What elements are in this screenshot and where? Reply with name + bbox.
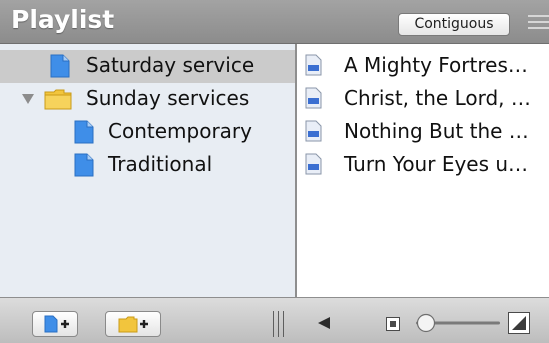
list-item[interactable]: Nothing But the … [297, 116, 549, 149]
bottom-toolbar [0, 297, 549, 343]
zoom-large-icon[interactable] [508, 312, 530, 334]
playlist-tree: Saturday service Sunday services Contemp… [0, 44, 296, 297]
contiguous-button[interactable]: Contiguous [398, 13, 510, 36]
add-folder-button[interactable] [105, 311, 161, 337]
tree-item-label: Contemporary [108, 119, 252, 143]
tree-item-label: Saturday service [86, 53, 255, 77]
tree-item-traditional[interactable]: Traditional [0, 149, 296, 182]
zoom-slider[interactable] [416, 313, 500, 333]
document-icon [74, 120, 94, 144]
song-title: Christ, the Lord, … [344, 86, 531, 110]
previous-arrow-icon[interactable] [317, 316, 331, 330]
title-bar: Playlist Contiguous [0, 0, 549, 44]
document-icon [74, 153, 94, 177]
tree-item-label: Traditional [108, 152, 213, 176]
zoom-slider-knob [416, 313, 436, 333]
tree-item-sunday-services[interactable]: Sunday services [0, 83, 296, 116]
song-file-icon [305, 54, 322, 76]
song-file-icon [305, 120, 322, 142]
document-icon [50, 54, 70, 78]
panel-title: Playlist [11, 5, 115, 34]
menu-icon[interactable] [528, 15, 549, 33]
tree-item-label: Sunday services [86, 86, 250, 110]
list-item[interactable]: Turn Your Eyes u… [297, 149, 549, 182]
song-title: Nothing But the … [344, 119, 529, 143]
list-item[interactable]: Christ, the Lord, … [297, 83, 549, 116]
add-document-icon [44, 315, 69, 333]
list-item[interactable]: A Mighty Fortres… [297, 50, 549, 83]
folder-icon [44, 89, 72, 110]
song-file-icon [305, 153, 322, 175]
song-list: A Mighty Fortres… Christ, the Lord, … No… [297, 44, 549, 297]
disclosure-triangle-icon[interactable] [21, 92, 35, 106]
tree-item-saturday-service[interactable]: Saturday service [0, 50, 296, 83]
song-file-icon [305, 87, 322, 109]
add-folder-icon [118, 316, 148, 333]
song-title: Turn Your Eyes u… [344, 152, 529, 176]
tree-item-contemporary[interactable]: Contemporary [0, 116, 296, 149]
add-document-button[interactable] [32, 311, 78, 337]
song-title: A Mighty Fortres… [344, 53, 528, 77]
zoom-small-icon[interactable] [386, 317, 400, 331]
resize-grip[interactable] [272, 311, 286, 337]
